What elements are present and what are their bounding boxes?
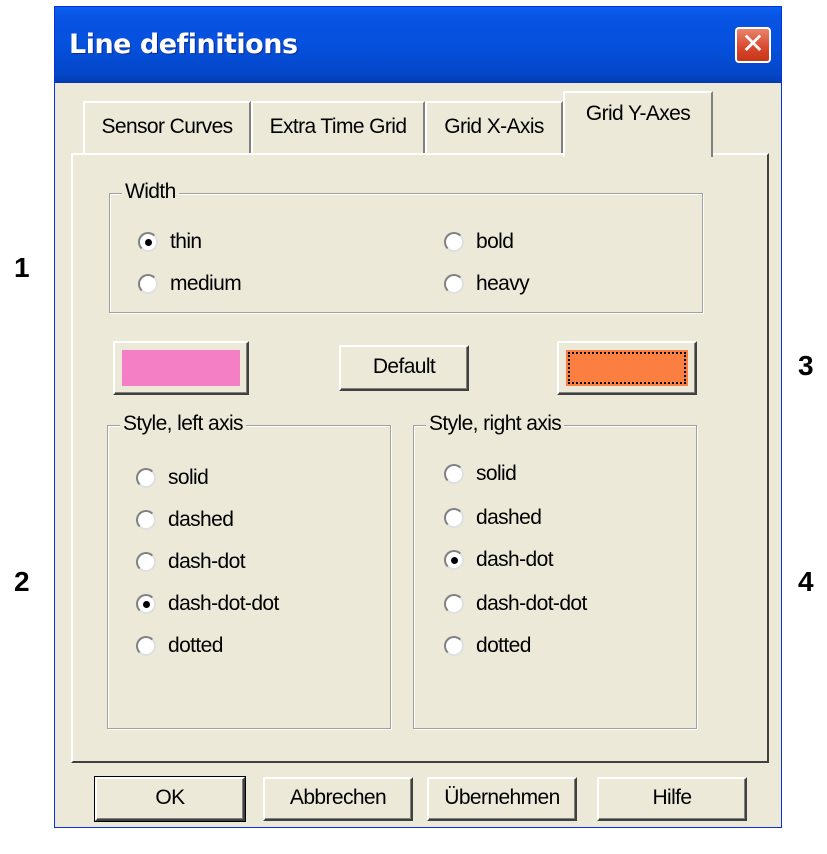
radio-button[interactable] [138, 274, 158, 294]
tab-label: Grid Y-Axes [585, 102, 691, 125]
right-axis-color-button[interactable] [557, 341, 697, 395]
radio-label: dash-dot-dot [476, 592, 587, 615]
callout-3: 3 [798, 350, 814, 381]
left-axis-color-button[interactable] [113, 341, 249, 395]
radio-label: medium [170, 272, 242, 295]
radio-label: dash-dot [168, 550, 246, 573]
radio-label: heavy [476, 272, 530, 295]
radio-label: solid [476, 462, 517, 485]
line-definitions-dialog: Line definitions ✕ Sensor Curves Extra T… [54, 6, 782, 828]
radio-label: solid [168, 466, 209, 489]
left-axis-style-label: Style, left axis [120, 412, 246, 436]
radio-button[interactable] [444, 508, 464, 528]
cancel-button[interactable]: Abbrechen [263, 777, 413, 821]
radio-button[interactable] [444, 594, 464, 614]
window-title: Line definitions [69, 29, 298, 60]
help-button[interactable]: Hilfe [597, 777, 747, 821]
tab-extra-time-grid[interactable]: Extra Time Grid [251, 101, 425, 153]
close-icon: ✕ [741, 27, 765, 60]
radio-button[interactable] [136, 510, 156, 530]
radio-button[interactable] [138, 232, 158, 252]
radio-button[interactable] [136, 594, 156, 614]
width-group: Width thin bold medium heavy [109, 180, 703, 313]
apply-button[interactable]: Übernehmen [427, 777, 577, 821]
callout-1: 1 [14, 252, 30, 283]
width-group-label: Width [122, 180, 179, 204]
radio-label: dash-dot [476, 548, 554, 571]
tab-label: Extra Time Grid [269, 115, 407, 138]
radio-button[interactable] [444, 636, 464, 656]
radio-button[interactable] [136, 636, 156, 656]
radio-label: thin [170, 230, 202, 253]
right-color-swatch [566, 350, 688, 386]
left-axis-style-group: Style, left axis solid dashed dash-dot d… [107, 412, 391, 729]
radio-button[interactable] [444, 550, 464, 570]
tab-sensor-curves[interactable]: Sensor Curves [83, 101, 251, 153]
radio-button[interactable] [444, 274, 464, 294]
help-button-label: Hilfe [652, 786, 692, 809]
tab-label: Grid X-Axis [444, 115, 544, 138]
tab-grid-y-axes[interactable]: Grid Y-Axes [563, 91, 713, 157]
close-button[interactable]: ✕ [735, 27, 771, 63]
radio-selected-dot [143, 601, 150, 608]
ok-button[interactable]: OK [94, 776, 246, 822]
cancel-button-label: Abbrechen [289, 786, 387, 809]
default-button-label: Default [372, 355, 436, 378]
radio-label: dotted [476, 634, 531, 657]
apply-button-label: Übernehmen [444, 786, 560, 809]
callout-4: 4 [798, 566, 814, 597]
radio-button[interactable] [444, 232, 464, 252]
tab-label: Sensor Curves [101, 115, 233, 138]
left-color-swatch [122, 350, 240, 386]
tab-grid-x-axis[interactable]: Grid X-Axis [425, 101, 563, 153]
right-axis-style-group: Style, right axis solid dashed dash-dot … [413, 412, 697, 729]
radio-label: dashed [476, 506, 542, 529]
right-axis-style-label: Style, right axis [426, 412, 565, 436]
radio-button[interactable] [444, 464, 464, 484]
title-bar[interactable]: Line definitions ✕ [55, 7, 781, 83]
radio-label: dash-dot-dot [168, 592, 279, 615]
radio-button[interactable] [136, 468, 156, 488]
callout-2: 2 [14, 566, 30, 597]
radio-selected-dot [145, 239, 152, 246]
default-button[interactable]: Default [339, 345, 469, 391]
radio-label: dashed [168, 508, 234, 531]
radio-label: dotted [168, 634, 223, 657]
radio-label: bold [476, 230, 514, 253]
ok-button-label: OK [155, 786, 185, 809]
tab-panel-grid-y-axes: Width thin bold medium heavy Default Sty… [71, 153, 769, 763]
radio-button[interactable] [136, 552, 156, 572]
radio-selected-dot [451, 557, 458, 564]
